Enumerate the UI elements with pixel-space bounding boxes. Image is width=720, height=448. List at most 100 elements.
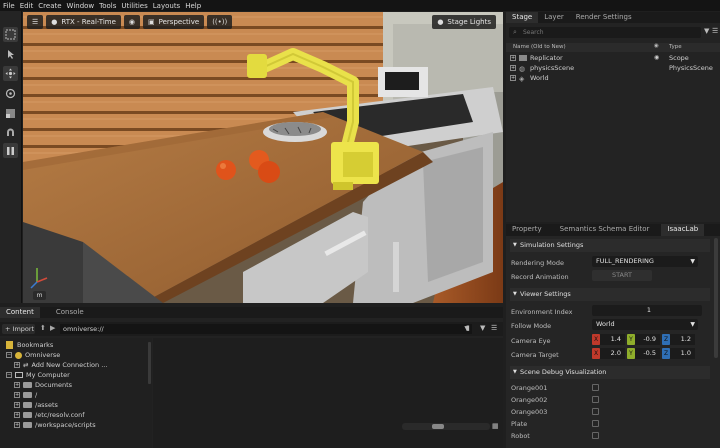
menu-tools[interactable]: Tools <box>99 2 116 10</box>
rotate-tool-icon[interactable] <box>3 86 18 101</box>
expand-icon[interactable]: + <box>14 392 20 398</box>
viewport-settings-button[interactable]: ☰ <box>27 15 44 29</box>
tree-folder[interactable]: + /workspace/scripts <box>14 420 96 430</box>
env-index-field[interactable]: 1 <box>592 305 702 316</box>
rendering-mode-select[interactable]: FULL_RENDERING ▼ <box>592 256 698 267</box>
debug-checkbox[interactable] <box>592 396 599 403</box>
expand-icon[interactable]: + <box>14 382 20 388</box>
menu-utilities[interactable]: Utilities <box>121 2 147 10</box>
scrollbar[interactable] <box>714 238 718 358</box>
pause-icon[interactable] <box>3 143 18 158</box>
expand-icon[interactable]: + <box>510 75 516 81</box>
menu-edit[interactable]: Edit <box>20 2 34 10</box>
renderer-button[interactable]: ● RTX - Real-Time <box>46 15 121 29</box>
tree-my-computer[interactable]: − My Computer <box>6 370 70 380</box>
tab-layer[interactable]: Layer <box>538 12 570 23</box>
up-arrow-icon[interactable]: ⬆ <box>40 324 46 332</box>
tree-folder[interactable]: + / <box>14 390 37 400</box>
tab-content[interactable]: Content <box>0 307 40 318</box>
camera-target-z[interactable]: 1.0 <box>670 348 695 359</box>
col-name[interactable]: Name (Old to New) <box>513 44 566 50</box>
visibility-button[interactable]: ◉ <box>123 15 141 29</box>
stage-lights-button[interactable]: ● Stage Lights <box>432 15 496 29</box>
section-title: Scene Debug Visualization <box>520 368 607 376</box>
start-record-button[interactable]: START <box>592 270 652 281</box>
debug-checkbox[interactable] <box>592 408 599 415</box>
audio-button[interactable]: ((•)) <box>207 15 233 29</box>
debug-checkbox[interactable] <box>592 432 599 439</box>
follow-mode-select[interactable]: World ▼ <box>592 319 698 330</box>
menu-create[interactable]: Create <box>38 2 61 10</box>
tab-isaaclab[interactable]: IsaacLab <box>661 224 705 236</box>
select-arrow-icon[interactable] <box>3 47 18 62</box>
back-arrow-icon[interactable]: ▶ <box>50 324 55 332</box>
expand-icon[interactable]: + <box>14 402 20 408</box>
section-simulation-settings[interactable]: ▼ Simulation Settings <box>510 239 710 252</box>
tab-property[interactable]: Property <box>506 224 548 236</box>
camera-target-x[interactable]: 2.0 <box>600 348 625 359</box>
eye-icon[interactable]: ◉ <box>654 53 659 63</box>
camera-eye-x[interactable]: 1.4 <box>600 334 625 345</box>
stage-item-label: Replicator <box>530 54 563 62</box>
menu-icon[interactable]: ☰ <box>491 324 497 332</box>
units-badge[interactable]: m <box>33 291 46 300</box>
tree-add-connection[interactable]: + ⇄ Add New Connection ... <box>14 360 107 370</box>
filter-icon[interactable]: ▼ <box>704 27 709 35</box>
debug-checkbox[interactable] <box>592 420 599 427</box>
section-scene-debug[interactable]: ▼ Scene Debug Visualization <box>510 366 710 379</box>
tab-stage[interactable]: Stage <box>506 12 539 23</box>
tree-omniverse[interactable]: − Omniverse <box>6 350 60 360</box>
chevron-down-icon: ▼ <box>690 258 695 265</box>
menu-icon[interactable]: ☰ <box>712 27 718 35</box>
menu-layouts[interactable]: Layouts <box>153 2 180 10</box>
expand-icon[interactable]: + <box>14 362 20 368</box>
camera-eye-z[interactable]: 1.2 <box>670 334 695 345</box>
tree-folder[interactable]: + Documents <box>14 380 72 390</box>
tree-folder[interactable]: + /assets <box>14 400 58 410</box>
path-input[interactable]: omniverse:// ▼ <box>60 324 472 334</box>
stage-row-replicator[interactable]: + Replicator ◉ Scope <box>506 53 720 63</box>
expand-icon[interactable]: + <box>14 412 20 418</box>
content-grid[interactable] <box>153 338 503 448</box>
stage-row-world[interactable]: + ◈ World <box>506 73 720 83</box>
import-button[interactable]: + Import <box>2 324 35 334</box>
camera-target-y[interactable]: -0.5 <box>635 348 660 359</box>
stage-row-physicsscene[interactable]: + ◍ physicsScene PhysicsScene <box>506 63 720 73</box>
debug-checkbox[interactable] <box>592 384 599 391</box>
tree-scrollbar[interactable] <box>148 342 151 384</box>
col-type[interactable]: Type <box>669 44 682 50</box>
expand-icon[interactable]: + <box>14 422 20 428</box>
tab-render-settings[interactable]: Render Settings <box>570 12 638 23</box>
debug-item-label: Orange002 <box>511 396 548 404</box>
expand-icon[interactable]: + <box>510 55 516 61</box>
select-all-tool-icon[interactable] <box>3 27 18 42</box>
tab-console[interactable]: Console <box>50 307 90 318</box>
menu-window[interactable]: Window <box>67 2 95 10</box>
section-viewer-settings[interactable]: ▼ Viewer Settings <box>510 288 710 301</box>
slider-handle[interactable] <box>432 424 444 429</box>
tree-folder[interactable]: + /etc/resolv.conf <box>14 410 85 420</box>
viewport[interactable]: ☰ ● RTX - Real-Time ◉ ▣ Perspective ((•)… <box>23 12 503 303</box>
camera-eye-y[interactable]: -0.9 <box>635 334 660 345</box>
folder-icon <box>23 412 32 418</box>
tree-bookmarks[interactable]: Bookmarks <box>6 340 53 350</box>
camera-button[interactable]: ▣ Perspective <box>143 15 205 29</box>
stage-search-input[interactable]: Search <box>509 27 701 38</box>
collapse-icon[interactable]: − <box>6 372 12 378</box>
scale-tool-icon[interactable] <box>3 106 18 121</box>
menu-file[interactable]: File <box>3 2 15 10</box>
thumbnail-size-slider[interactable] <box>402 423 490 430</box>
content-toolbar: + Import ⬆ ▶ omniverse:// ▼ ▮ ▼ ☰ <box>0 322 503 336</box>
tab-semantics[interactable]: Semantics Schema Editor <box>554 224 656 236</box>
expand-icon[interactable]: + <box>510 65 516 71</box>
move-tool-icon[interactable] <box>3 66 18 81</box>
tree-label: Add New Connection ... <box>31 361 108 369</box>
collapse-icon[interactable]: − <box>6 352 12 358</box>
filter-icon[interactable]: ▼ <box>480 324 485 332</box>
snap-magnet-icon[interactable] <box>3 124 18 139</box>
menu-help[interactable]: Help <box>185 2 201 10</box>
bookmark-icon[interactable]: ▮ <box>466 324 470 332</box>
bookmark-icon <box>6 341 13 349</box>
grid-view-icon[interactable]: ▦ <box>492 422 499 430</box>
rendering-mode-label: Rendering Mode <box>511 259 564 267</box>
